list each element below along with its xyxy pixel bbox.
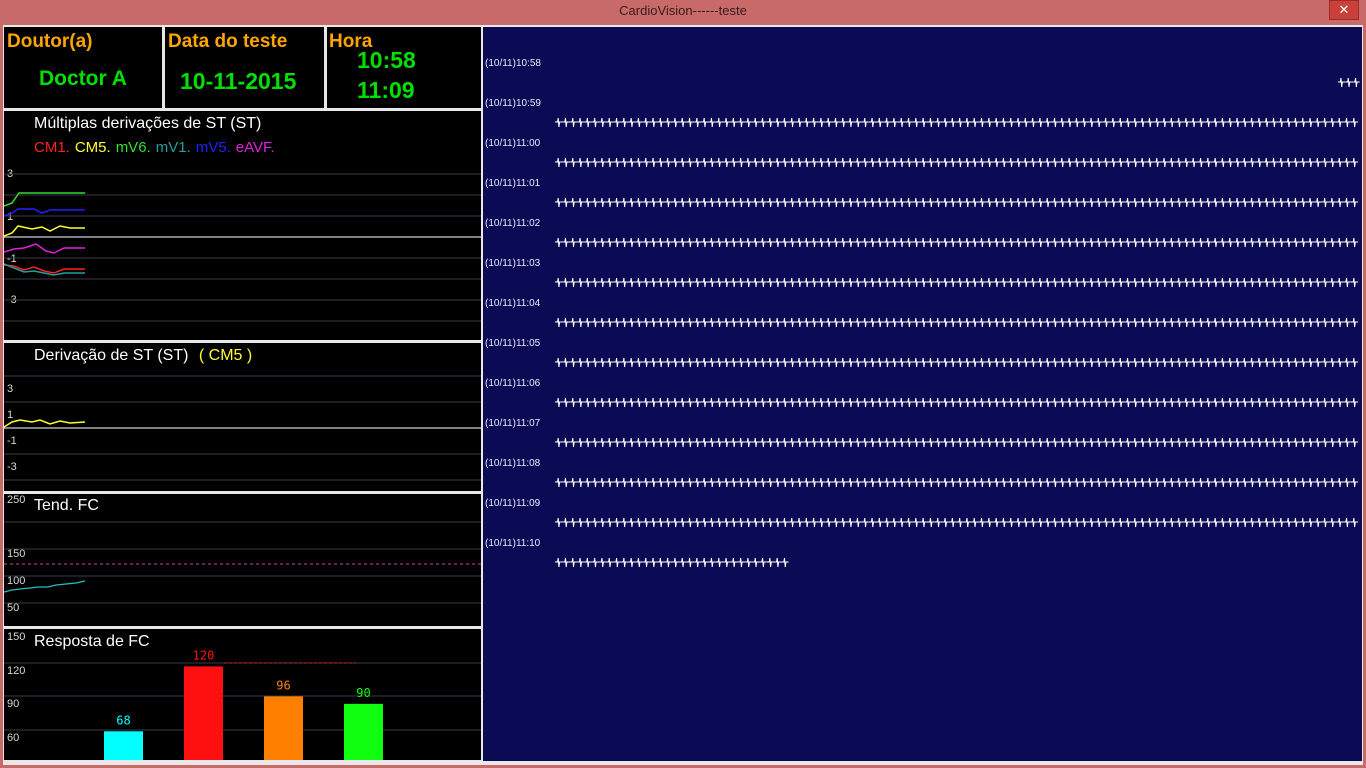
ecg-trace [555,477,1358,488]
hr-response-plot: 68 120 96 90 [4,648,481,760]
ecg-trace [1337,77,1360,88]
ecg-trace [555,437,1358,448]
hr-bar-label: 96 [276,678,290,692]
hr-bar [264,696,303,760]
hr-bar [104,731,143,760]
ecg-trace [555,357,1358,368]
date-value: 10-11-2015 [180,68,297,94]
hr-bar [184,666,223,760]
close-button[interactable]: ✕ [1329,0,1359,20]
ecg-trace [555,517,1358,528]
hr-response-panel: Resposta de FC 150 120 90 60 68 120 96 90 [4,629,481,760]
date-panel: Data do teste 10-11-2015 [165,27,324,108]
ecg-row-label: (10/11)11:09 [485,498,541,509]
hr-bar-label: 90 [356,686,370,700]
ecg-row-label: (10/11)11:08 [485,458,541,469]
ecg-row-label: (10/11)11:00 [485,138,541,149]
hr-bar-label: 68 [116,713,130,727]
ecg-trace [555,197,1358,208]
ecg-row-label: (10/11)10:58 [485,58,541,69]
ecg-trace [555,317,1358,328]
ecg-trace [555,117,1358,128]
hour-end: 11:09 [357,77,415,103]
ecg-traces [555,77,1360,568]
doctor-panel: Doutor(a) Doctor A [4,27,162,108]
ecg-strip-panel[interactable]: (10/11)10:58 (10/11)10:59 (10/11)11:00 (10/… [483,27,1362,761]
single-st-panel: Derivação de ST (ST) ( CM5 ) 3 1 -1 -3 [4,343,481,491]
ecg-row-label: (10/11)11:04 [485,298,541,309]
ecg-row-label: (10/11)11:10 [485,538,541,549]
hr-trend-plot [4,521,481,604]
window-title: CardioVision------teste [619,3,747,18]
trace-cm5-single [4,419,86,428]
hour-panel: Hora 10:58 11:09 [327,27,481,108]
ecg-row-label: (10/11)11:06 [485,378,541,389]
ecg-trace [555,557,789,568]
trace-mv5 [4,208,85,217]
ecg-row-label: (10/11)10:59 [485,98,541,109]
hour-start: 10:58 [357,47,416,73]
multi-st-plot [4,173,481,322]
doctor-label: Doutor(a) [7,31,93,52]
ecg-row-label: (10/11)11:07 [485,418,541,429]
doctor-value: Doctor A [39,67,127,90]
ecg-trace [555,237,1358,248]
ecg-trace [555,157,1358,168]
date-label: Data do teste [168,31,288,52]
ecg-trace [555,277,1358,288]
trace-eavf [4,243,85,254]
multi-st-panel: Múltiplas derivações de ST (ST) CM1. CM5.… [4,111,481,340]
ecg-row-label: (10/11)11:01 [485,178,541,189]
trace-hr [4,580,86,593]
single-st-plot [4,375,481,481]
ecg-trace [555,397,1358,408]
hr-bar [344,703,383,760]
ecg-row-label: (10/11)11:03 [485,258,541,269]
hr-bar-label: 120 [193,648,215,662]
trace-cm5 [4,225,85,237]
hr-trend-panel: Tend. FC 250 150 100 50 [4,494,481,626]
ecg-row-label: (10/11)11:05 [485,338,541,349]
ecg-row-label: (10/11)11:02 [485,218,541,229]
window-titlebar: CardioVision------teste ✕ [0,0,1366,24]
